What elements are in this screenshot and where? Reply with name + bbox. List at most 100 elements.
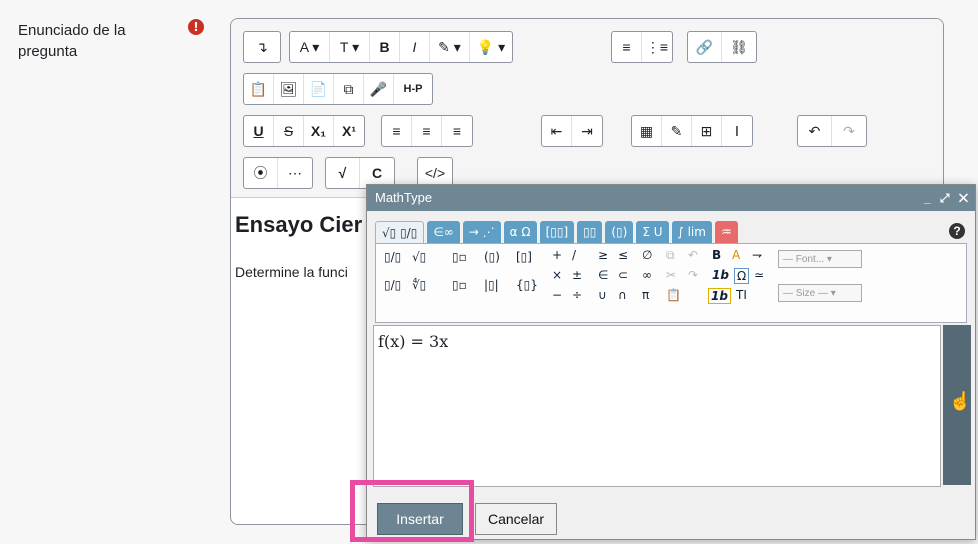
subscript-button[interactable]: X₁ xyxy=(304,116,334,146)
expand-toolbar-button[interactable]: ↴ xyxy=(244,32,280,62)
tab-greek[interactable]: α Ω xyxy=(503,221,537,243)
slash-icon[interactable]: / xyxy=(572,248,576,262)
italic-button[interactable]: I xyxy=(400,32,430,62)
equation-button[interactable]: ▦ xyxy=(632,116,662,146)
outdent-button[interactable]: ⇤ xyxy=(542,116,572,146)
leq-icon[interactable]: ≤ xyxy=(618,248,628,262)
minus-icon[interactable]: − xyxy=(552,288,562,302)
fraction-icon[interactable]: ▯/▯ xyxy=(384,250,401,264)
brackets-icon[interactable]: [▯] xyxy=(516,250,532,264)
tab-scripts[interactable]: ▯▯ xyxy=(577,221,603,243)
strikethrough-button[interactable]: S xyxy=(274,116,304,146)
undo-icon[interactable]: ↶ xyxy=(688,248,698,262)
union-icon[interactable]: ∪ xyxy=(598,288,607,302)
dialog-title: MathType xyxy=(375,190,433,205)
align-center-button[interactable]: ≡ xyxy=(412,116,442,146)
editor-toolbar: ↴ A ▾ T ▾ B I ✎ ▾ 💡 ▾ ≡ ⋮≡ 🔗 ⛓ 📋 🖼 📄 ⧉ 🎤… xyxy=(231,19,943,198)
subscript-icon[interactable]: ▯▫ xyxy=(452,278,467,292)
geq-icon[interactable]: ≥ xyxy=(598,248,608,262)
plusminus-icon[interactable]: ± xyxy=(572,268,582,282)
indent-button[interactable]: ⇥ xyxy=(572,116,602,146)
bold-button[interactable]: B xyxy=(370,32,400,62)
mathtype-button[interactable]: √ xyxy=(326,158,360,188)
numbered-list-button[interactable]: ⋮≡ xyxy=(642,32,672,62)
cancel-button[interactable]: Cancelar xyxy=(475,503,557,535)
h5p-button[interactable]: H-P xyxy=(394,74,432,104)
highlight-button[interactable]: 💡 ▾ xyxy=(470,32,512,62)
align-left-button[interactable]: ≡ xyxy=(382,116,412,146)
undo-button[interactable]: ↶ xyxy=(798,116,832,146)
italic-icon[interactable]: 1b xyxy=(712,268,729,282)
parentheses-icon[interactable]: (▯) xyxy=(484,250,500,264)
braces-icon[interactable]: {▯} xyxy=(516,278,538,292)
bevelled-fraction-icon[interactable]: ▯/▯ xyxy=(384,278,401,292)
redo-button[interactable]: ↷ xyxy=(832,116,866,146)
formula-text: f(x) = 3x xyxy=(378,332,449,351)
table-button[interactable]: ⊞ xyxy=(692,116,722,146)
cut-icon[interactable]: ✂ xyxy=(666,268,676,282)
intersection-icon[interactable]: ∩ xyxy=(618,288,627,302)
math-style-icon[interactable]: 1b xyxy=(708,288,731,304)
divide-icon[interactable]: ÷ xyxy=(572,288,582,302)
paste-icon[interactable]: 📋 xyxy=(666,288,681,302)
close-icon[interactable]: ✕ xyxy=(959,191,971,205)
minimize-icon[interactable]: _ xyxy=(924,191,934,205)
handwriting-toggle[interactable]: ☝ xyxy=(943,325,971,485)
plus-icon[interactable]: + xyxy=(552,248,562,262)
pi-icon[interactable]: π xyxy=(642,288,649,302)
paste-button[interactable]: 📋 xyxy=(244,74,274,104)
tab-arrows[interactable]: → ⋰ xyxy=(462,221,501,243)
superscript-icon[interactable]: ▯▫ xyxy=(452,250,467,264)
record-audio-button[interactable]: 🎤 xyxy=(364,74,394,104)
toolbar-group: ⦿ ⋯ xyxy=(243,157,313,189)
emptyset-icon[interactable]: ∅ xyxy=(642,248,652,262)
tab-chemistry[interactable]: ♒ xyxy=(714,221,738,243)
more-button[interactable]: ⋯ xyxy=(278,158,312,188)
link-button[interactable]: 🔗 xyxy=(688,32,722,62)
formula-editor[interactable]: f(x) = 3x xyxy=(373,325,941,487)
omega-icon[interactable]: Ω xyxy=(734,268,750,284)
redo-icon[interactable]: ↷ xyxy=(688,268,698,282)
times-icon[interactable]: × xyxy=(552,268,562,282)
align-right-button[interactable]: ≡ xyxy=(442,116,472,146)
size-select[interactable]: — Size — ▾ xyxy=(778,284,862,302)
tab-decorations[interactable]: (▯) xyxy=(605,221,634,243)
dialog-titlebar[interactable]: MathType _ ⤢ ✕ xyxy=(367,185,975,211)
copy-icon[interactable]: ⧉ xyxy=(666,248,675,263)
sqrt-icon[interactable]: √▯ xyxy=(412,250,426,264)
media-button[interactable]: 📄 xyxy=(304,74,334,104)
font-select[interactable]: — Font... ▾ xyxy=(778,250,862,268)
tab-symbols[interactable]: ∈∞ xyxy=(427,221,460,243)
font-size-button[interactable]: T ▾ xyxy=(330,32,370,62)
toolbar-group: ↶ ↷ xyxy=(797,115,867,147)
nth-root-icon[interactable]: ∜▯ xyxy=(412,278,426,292)
bullet-list-button[interactable]: ≡ xyxy=(612,32,642,62)
handwriting-icon[interactable]: ≃ xyxy=(754,268,764,282)
question-label: Enunciado de la pregunta xyxy=(18,22,126,60)
edit-button[interactable]: ✎ xyxy=(662,116,692,146)
underline-button[interactable]: U xyxy=(244,116,274,146)
color-icon[interactable]: A xyxy=(732,248,740,262)
help-icon[interactable]: ? xyxy=(949,223,965,239)
rtl-icon[interactable]: ⇁ xyxy=(752,248,762,262)
in-icon[interactable]: ∈ xyxy=(598,268,608,282)
maximize-icon[interactable]: ⤢ xyxy=(940,191,953,205)
symbol-palette: ▯/▯ √▯ ▯▫ (▯) [▯] ▯/▯ ∜▯ ▯▫ |▯| {▯} + / … xyxy=(375,243,967,323)
accessibility-button[interactable]: ⦿ xyxy=(244,158,278,188)
tab-big-operators[interactable]: Σ U xyxy=(636,221,669,243)
text-mode-icon[interactable]: TI xyxy=(736,288,747,302)
subset-icon[interactable]: ⊂ xyxy=(618,268,628,282)
bold-icon[interactable]: B xyxy=(712,248,721,262)
abs-icon[interactable]: |▯| xyxy=(484,278,499,292)
image-button[interactable]: 🖼 xyxy=(274,74,304,104)
tab-matrices[interactable]: [▯▯] xyxy=(539,221,575,243)
tab-general[interactable]: √▯ ▯/▯ xyxy=(375,221,425,244)
unlink-button[interactable]: ⛓ xyxy=(722,32,756,62)
text-color-button[interactable]: ✎ ▾ xyxy=(430,32,470,62)
infinity-icon[interactable]: ∞ xyxy=(642,268,652,282)
superscript-button[interactable]: X¹ xyxy=(334,116,364,146)
font-family-button[interactable]: A ▾ xyxy=(290,32,330,62)
tab-calculus[interactable]: ∫ lim xyxy=(671,221,712,243)
clear-format-button[interactable]: Ⅰ xyxy=(722,116,752,146)
copy-button[interactable]: ⧉ xyxy=(334,74,364,104)
